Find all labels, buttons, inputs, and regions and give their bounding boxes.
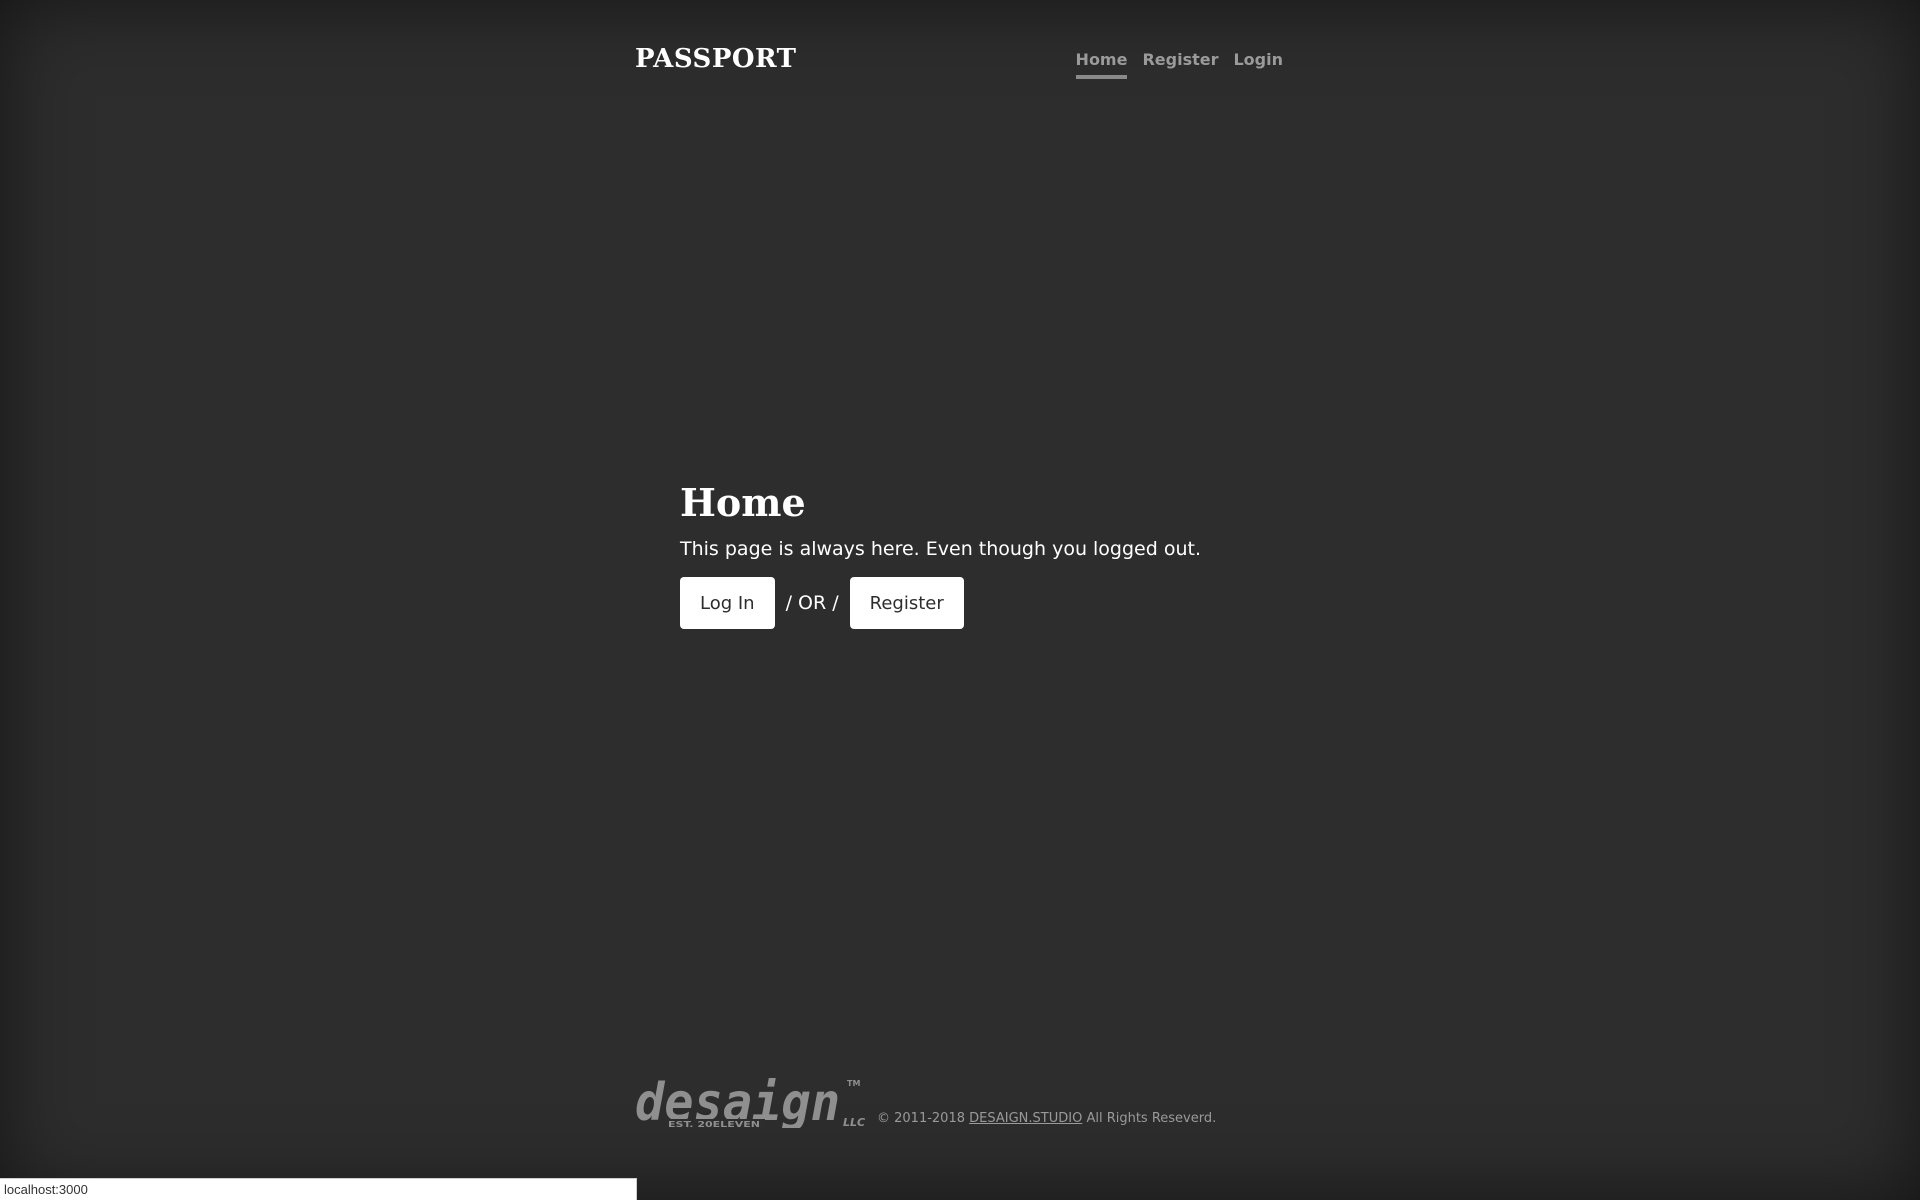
main-nav: Home Register Login bbox=[1075, 50, 1283, 79]
register-button[interactable]: Register bbox=[849, 577, 964, 629]
page: PASSPORT Home Register Login Home This p… bbox=[0, 0, 1920, 1200]
rights-text: All Rights Reseverd. bbox=[1086, 1111, 1217, 1126]
page-title: Home bbox=[680, 480, 806, 525]
page-description: This page is always here. Even though yo… bbox=[680, 538, 1201, 560]
copyright-text: © 2011-2018 bbox=[877, 1111, 965, 1126]
or-separator: / OR / bbox=[785, 592, 839, 614]
auth-actions: Log In / OR / Register bbox=[680, 577, 1280, 629]
logo-tagline: EST. 20ELEVEN bbox=[668, 1120, 760, 1128]
site-header: PASSPORT Home Register Login bbox=[635, 38, 1285, 82]
brand-logo[interactable]: PASSPORT bbox=[635, 44, 797, 74]
login-button[interactable]: Log In bbox=[680, 577, 775, 629]
desaign-logo: desaign EST. 20ELEVEN TM LLC bbox=[635, 1073, 865, 1128]
nav-home-link[interactable]: Home bbox=[1075, 50, 1128, 79]
nav-login-link[interactable]: Login bbox=[1233, 50, 1283, 79]
desaign-studio-link[interactable]: DESAIGN.STUDIO bbox=[969, 1111, 1082, 1126]
site-footer: desaign EST. 20ELEVEN TM LLC © 2011-2018… bbox=[635, 1068, 1216, 1128]
main-content: Home This page is always here. Even thou… bbox=[680, 475, 1280, 629]
logo-tm: TM bbox=[847, 1079, 860, 1088]
footer-copyright: © 2011-2018 DESAIGN.STUDIO All Rights Re… bbox=[877, 1111, 1216, 1126]
nav-register-link[interactable]: Register bbox=[1142, 50, 1218, 79]
status-bar-url: localhost:3000 bbox=[0, 1178, 637, 1200]
logo-suffix: LLC bbox=[843, 1116, 865, 1128]
